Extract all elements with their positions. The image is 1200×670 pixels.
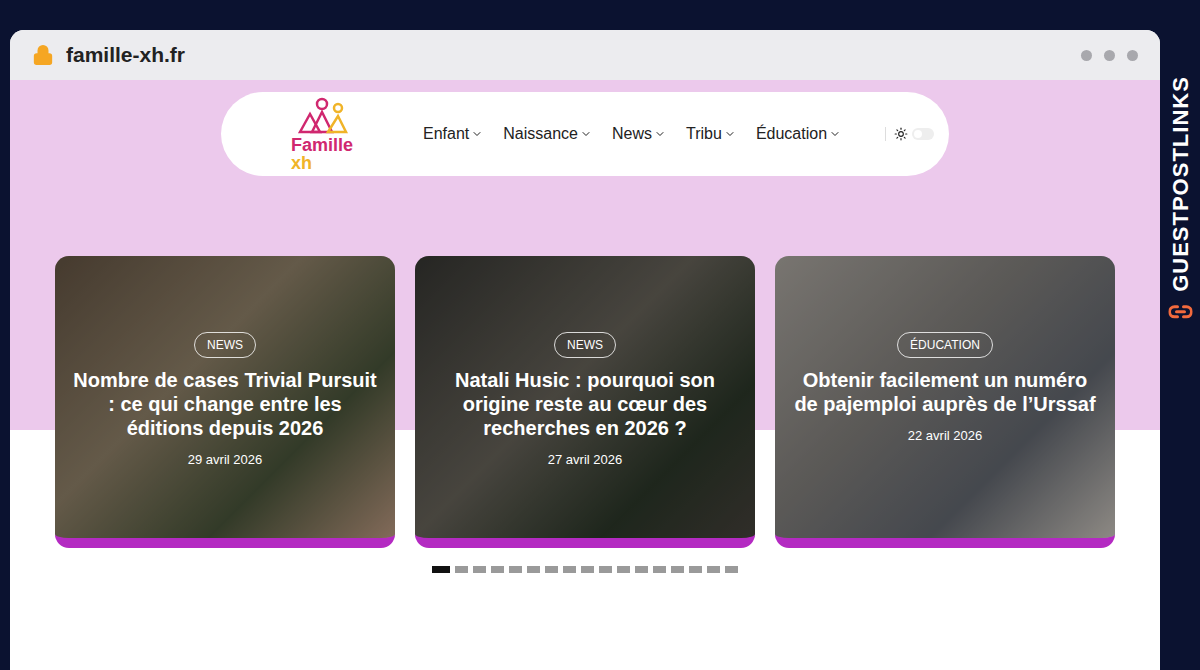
category-badge[interactable]: ÉDUCATION [897, 332, 993, 358]
page: famille-xh.fr Famille xh Enfant Naissance Ne… [0, 0, 1200, 670]
nav-item[interactable]: Naissance [503, 122, 592, 146]
pagination-dash[interactable] [635, 566, 648, 573]
article-card[interactable]: ÉDUCATION Obtenir facilement un numéro de… [775, 256, 1115, 548]
lock-icon [32, 44, 54, 66]
chevron-down-icon [829, 128, 841, 140]
pagination-dash[interactable] [671, 566, 684, 573]
pagination-dash[interactable] [707, 566, 720, 573]
window-dots [1081, 50, 1138, 61]
category-badge[interactable]: NEWS [554, 332, 616, 358]
article-card[interactable]: NEWS Nombre de cases Trivial Pursuit : ce… [55, 256, 395, 548]
article-date: 22 avril 2026 [908, 426, 982, 446]
pagination-dash[interactable] [491, 566, 504, 573]
article-date: 27 avril 2026 [548, 450, 622, 470]
pagination [432, 566, 738, 573]
watermark-column: GUESTPOSTLINKS [1160, 0, 1200, 670]
featured-carousel: NEWS Nombre de cases Trivial Pursuit : ce… [55, 256, 1115, 548]
pagination-dash[interactable] [617, 566, 630, 573]
site-content: Famille xh Enfant Naissance News Tribu Éducat… [10, 80, 1160, 670]
theme-toggle[interactable] [885, 127, 934, 141]
nav-item[interactable]: Enfant [423, 122, 483, 146]
pagination-dash[interactable] [432, 566, 450, 573]
chevron-down-icon [654, 128, 666, 140]
header-bar: Famille xh Enfant Naissance News Tribu Éducat… [221, 92, 949, 176]
pagination-dash[interactable] [581, 566, 594, 573]
pagination-dash[interactable] [563, 566, 576, 573]
nav-item[interactable]: News [612, 122, 666, 146]
logo[interactable]: Famille xh [291, 96, 353, 172]
pagination-dash[interactable] [689, 566, 702, 573]
nav-item[interactable]: Éducation [756, 122, 841, 146]
pagination-dash[interactable] [455, 566, 468, 573]
chevron-down-icon [724, 128, 736, 140]
article-title[interactable]: Nombre de cases Trivial Pursuit : ce qui… [69, 368, 381, 440]
pagination-dash[interactable] [509, 566, 522, 573]
pagination-dash[interactable] [473, 566, 486, 573]
pagination-dash[interactable] [599, 566, 612, 573]
pagination-dash[interactable] [527, 566, 540, 573]
article-title[interactable]: Obtenir facilement un numéro de pajemplo… [789, 368, 1101, 416]
category-badge[interactable]: NEWS [194, 332, 256, 358]
main-nav: Enfant Naissance News Tribu Éducation [423, 122, 841, 146]
browser-toolbar: famille-xh.fr [10, 30, 1160, 80]
pagination-dash[interactable] [545, 566, 558, 573]
family-logo-icon [292, 96, 352, 136]
window-dot[interactable] [1104, 50, 1115, 61]
pagination-dash[interactable] [725, 566, 738, 573]
browser-window: famille-xh.fr Famille xh Enfant Naissance Ne… [10, 30, 1160, 670]
sun-icon [894, 127, 908, 141]
nav-item[interactable]: Tribu [686, 122, 736, 146]
url[interactable]: famille-xh.fr [66, 39, 185, 71]
chevron-down-icon [580, 128, 592, 140]
article-date: 29 avril 2026 [188, 450, 262, 470]
window-dot[interactable] [1127, 50, 1138, 61]
article-card[interactable]: NEWS Natali Husic : pourquoi son origine … [415, 256, 755, 548]
chevron-down-icon [471, 128, 483, 140]
window-dot[interactable] [1081, 50, 1092, 61]
link-icon [1168, 300, 1192, 324]
article-title[interactable]: Natali Husic : pourquoi son origine rest… [429, 368, 741, 440]
pagination-dash[interactable] [653, 566, 666, 573]
watermark-text: GUESTPOSTLINKS [1164, 76, 1197, 292]
